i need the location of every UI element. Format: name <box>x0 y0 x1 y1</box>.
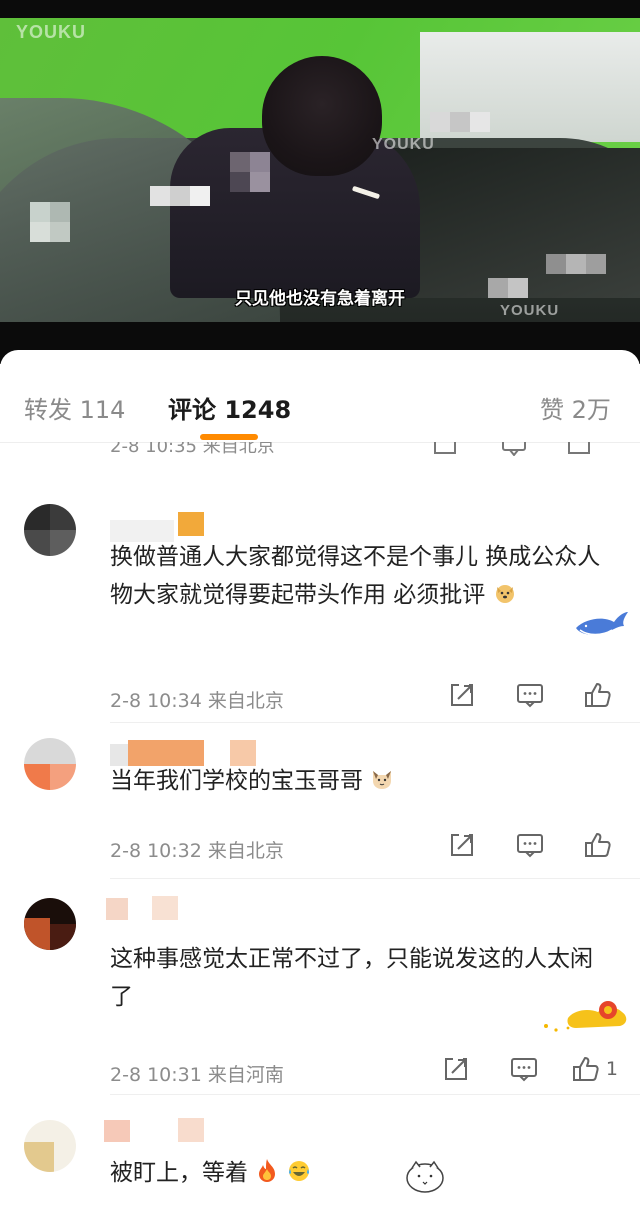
comment-meta: 2-8 10:34 来自北京 <box>110 690 284 712</box>
avatar[interactable] <box>24 504 76 556</box>
top-black-bar <box>0 0 640 18</box>
share-icon <box>451 834 473 856</box>
comment-text: 当年我们学校的宝玉哥哥 <box>110 762 620 800</box>
thumbs-up-icon <box>572 1057 599 1081</box>
active-tab-indicator <box>200 434 258 440</box>
video-watermark: YOUKU <box>16 22 87 42</box>
like-count: 1 <box>605 1058 618 1080</box>
comment-meta: 2-8 10:32 来自北京 <box>110 840 284 862</box>
cut-off-comment-meta: 2-8 10:35 来自北京 <box>0 442 640 460</box>
comment-icon <box>510 1058 537 1082</box>
username-blurred[interactable] <box>106 898 128 920</box>
share-icon <box>451 684 473 706</box>
avatar[interactable] <box>24 738 76 790</box>
comment-text: 被盯上，等着 <box>110 1154 620 1192</box>
tears-of-joy-emoji <box>288 1161 309 1181</box>
tab-reposts[interactable]: 转发 114 <box>24 390 125 425</box>
tab-comments[interactable]: 评论 1248 <box>168 390 291 425</box>
avatar[interactable] <box>24 1120 76 1172</box>
share-icon[interactable] <box>432 442 458 456</box>
like-button[interactable] <box>578 680 618 710</box>
comment-item: 当年我们学校的宝玉哥哥 2-8 10:32 来自北京 <box>0 724 640 874</box>
video-subtitle: 只见他也没有急着离开 <box>235 289 405 309</box>
fire-emoji <box>259 1159 276 1182</box>
comments-sheet: 转发 114 评论 1248 赞 2万 2-8 10:35 来自北京 换做普通人… <box>0 350 640 1215</box>
sticker-badge-icon <box>406 1160 444 1193</box>
whale-badge-icon <box>576 612 628 636</box>
comment-icon <box>517 834 543 858</box>
like-button[interactable] <box>578 830 618 860</box>
comment-text: 换做普通人大家都觉得这不是个事儿 换成公众人物大家就觉得要起带头作用 必须批评 <box>110 544 601 608</box>
thumbs-up-icon <box>585 683 611 707</box>
share-button[interactable] <box>442 680 482 710</box>
comment-icon <box>517 684 543 708</box>
dog-face-emoji <box>495 585 514 603</box>
like-icon[interactable] <box>566 442 594 456</box>
tab-likes[interactable]: 赞 2万 <box>540 390 611 425</box>
thumbs-up-icon <box>585 833 611 857</box>
tab-bar: 转发 114 评论 1248 赞 2万 <box>0 350 640 442</box>
share-button[interactable] <box>436 1054 476 1084</box>
comment-item: 换做普通人大家都觉得这不是个事儿 换成公众人物大家就觉得要起带头作用 必须批评 … <box>0 480 640 720</box>
comment-item: 这种事感觉太正常不过了，只能说发这的人太闲了 2-8 10:31 来自河南 1 <box>0 880 640 1090</box>
share-button[interactable] <box>442 830 482 860</box>
reply-button[interactable] <box>510 830 550 860</box>
like-button[interactable]: 1 <box>572 1054 618 1084</box>
comment-icon[interactable] <box>500 442 528 456</box>
reply-button[interactable] <box>504 1054 544 1084</box>
cat-face-emoji <box>373 771 392 789</box>
share-icon <box>444 1058 467 1080</box>
comment-meta: 2-8 10:31 来自河南 <box>110 1064 284 1086</box>
video-player[interactable]: YOUKU YOUKU YOUKU 只见他也没有急着离开 <box>0 18 640 322</box>
comment-text: 这种事感觉太正常不过了，只能说发这的人太闲了 <box>110 946 593 1010</box>
reply-button[interactable] <box>510 680 550 710</box>
avatar[interactable] <box>24 898 76 950</box>
gold-ingot-badge-icon <box>544 1001 627 1032</box>
username-blurred[interactable] <box>104 1120 130 1142</box>
comment-item: 被盯上，等着 <box>0 1096 640 1215</box>
